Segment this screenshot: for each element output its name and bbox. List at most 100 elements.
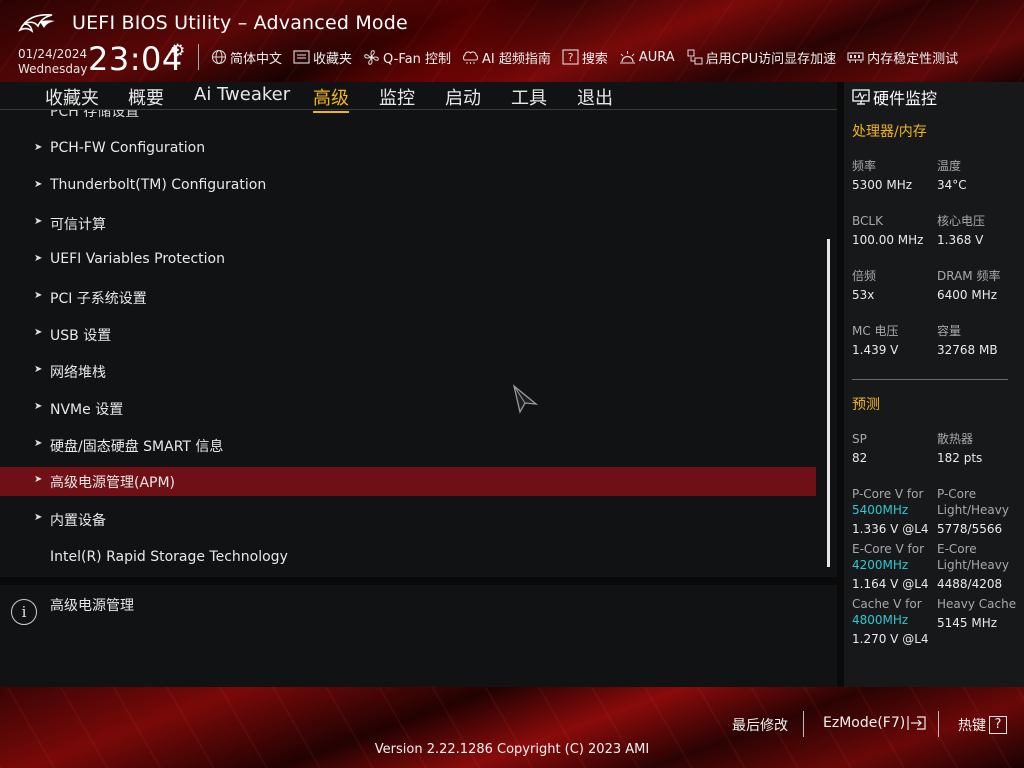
hardware-monitor-title[interactable]: 硬件监控 xyxy=(852,85,937,109)
tab-favorites[interactable]: 收藏夹 xyxy=(45,84,99,110)
cache-v-label: Cache V for xyxy=(852,597,922,611)
temp-value: 34°C xyxy=(937,178,967,192)
freq-value: 5300 MHz xyxy=(852,178,913,192)
pcore-v-freq: 5400MHz xyxy=(852,503,909,517)
ecore-v-label: E-Core V for xyxy=(852,542,925,556)
list-item-label: 内置设备 xyxy=(50,513,106,529)
mc-voltage-label: MC 电压 xyxy=(852,324,899,338)
pcore-v-value: 1.336 V @L4 xyxy=(852,522,929,536)
header-toolbar: 简体中文 收藏夹 Q-Fan 控制 AI 超频指南 ? 搜索 AURA 启用CP… xyxy=(210,47,969,67)
bclk-value: 100.00 MHz xyxy=(852,233,924,247)
resizable-bar-label: 启用CPU访问显存加速 xyxy=(705,51,837,67)
capacity-value: 32768 MB xyxy=(937,343,998,357)
list-item-usb[interactable]: ➤ USB 设置 xyxy=(0,320,816,349)
cooler-label: 散热器 xyxy=(937,432,974,446)
cache-v-value: 1.270 V @L4 xyxy=(852,632,929,646)
sp-value: 82 xyxy=(852,451,868,465)
list-scrollbar[interactable] xyxy=(827,239,830,567)
language-button[interactable]: 简体中文 xyxy=(210,48,282,67)
favorites-button[interactable]: 收藏夹 xyxy=(293,48,352,67)
weekday-text: Wednesday xyxy=(18,62,88,76)
cpu-memory-icon xyxy=(686,49,703,66)
date-display: 01/24/2024 Wednesday xyxy=(18,47,87,77)
list-item-label: NVMe 设置 xyxy=(50,402,124,418)
list-item-label: 硬盘/固态硬盘 SMART 信息 xyxy=(50,439,224,455)
search-label: 搜索 xyxy=(581,51,608,67)
clock-display[interactable]: 23:04 xyxy=(88,40,183,78)
list-item-label: 高级电源管理(APM) xyxy=(50,475,176,491)
list-item-label: 网络堆栈 xyxy=(50,365,106,381)
qfan-control-button[interactable]: Q-Fan 控制 xyxy=(363,48,451,67)
list-item-pch-fw[interactable]: ➤ PCH-FW Configuration xyxy=(0,135,816,164)
help-text: 高级电源管理 xyxy=(50,598,134,614)
heavy-cache-value: 5145 MHz xyxy=(937,616,998,630)
ezmode-button[interactable]: EzMode(F7) xyxy=(823,715,927,731)
chevron-right-icon: ➤ xyxy=(34,364,43,375)
mc-voltage-value: 1.439 V xyxy=(852,343,899,357)
footer-divider xyxy=(803,711,804,737)
list-item-uefi-variables[interactable]: ➤ UEFI Variables Protection xyxy=(0,246,816,275)
last-modified-label: 最后修改 xyxy=(732,718,788,734)
tab-ai-tweaker[interactable]: Ai Tweaker xyxy=(194,84,290,105)
hotkeys-label: 热键 xyxy=(958,718,986,734)
monitor-icon xyxy=(852,89,870,105)
ecore-v-value: 1.164 V @L4 xyxy=(852,577,929,591)
tab-exit[interactable]: 退出 xyxy=(577,84,613,110)
chevron-right-icon: ➤ xyxy=(34,253,43,264)
rog-logo-icon xyxy=(18,14,55,33)
list-item-nvme[interactable]: ➤ NVMe 设置 xyxy=(0,394,816,423)
bookmark-icon xyxy=(293,49,310,66)
vcore-label: 核心电压 xyxy=(937,214,986,228)
list-item-trusted-computing[interactable]: ➤ 可信计算 xyxy=(0,209,816,238)
chevron-right-icon: ➤ xyxy=(34,142,43,153)
vcore-value: 1.368 V xyxy=(937,233,984,247)
hardware-monitor-label: 硬件监控 xyxy=(873,89,938,108)
list-item-rst[interactable]: Intel(R) Rapid Storage Technology xyxy=(0,544,816,573)
list-item-smart-info[interactable]: ➤ 硬盘/固态硬盘 SMART 信息 xyxy=(0,431,816,460)
list-item-pci-subsystem[interactable]: ➤ PCI 子系统设置 xyxy=(0,283,816,312)
pcore-lh-value: 5778/5566 xyxy=(937,522,1003,536)
list-item-label: PCH-FW Configuration xyxy=(50,140,206,156)
list-item-onboard-devices[interactable]: ➤ 内置设备 xyxy=(0,505,816,534)
hotkeys-button[interactable]: 热键 ? xyxy=(958,715,1007,735)
chevron-right-icon: ➤ xyxy=(34,474,43,485)
memtest-button[interactable]: 内存稳定性测试 xyxy=(847,48,958,67)
list-item-apm[interactable]: ➤ 高级电源管理(APM) xyxy=(0,467,816,496)
ratio-label: 倍频 xyxy=(852,269,877,283)
clock-settings-gear-icon[interactable]: ⚙ xyxy=(170,42,188,60)
chevron-right-icon: ➤ xyxy=(34,512,43,523)
favorites-label: 收藏夹 xyxy=(313,51,353,67)
tab-tool[interactable]: 工具 xyxy=(511,84,547,110)
tab-monitor[interactable]: 监控 xyxy=(379,84,415,110)
date-text: 01/24/2024 xyxy=(18,47,88,61)
chevron-right-icon: ➤ xyxy=(34,438,43,449)
tab-main[interactable]: 概要 xyxy=(128,84,164,110)
language-label: 简体中文 xyxy=(230,51,283,67)
version-text: Version 2.22.1286 Copyright (C) 2023 AMI xyxy=(374,742,650,757)
chevron-right-icon: ➤ xyxy=(34,179,43,190)
search-button[interactable]: ? 搜索 xyxy=(562,48,608,67)
list-item-network-stack[interactable]: ➤ 网络堆栈 xyxy=(0,357,816,386)
last-modified-button[interactable]: 最后修改 xyxy=(732,715,788,735)
prediction-heading: 预测 xyxy=(852,397,880,413)
ecore-lh-label: E-Core xyxy=(937,542,977,556)
resizable-bar-button[interactable]: 启用CPU访问显存加速 xyxy=(686,48,836,67)
ai-oc-guide-button[interactable]: AI 超频指南 xyxy=(462,48,551,67)
exit-arrow-icon xyxy=(907,715,927,731)
tab-boot[interactable]: 启动 xyxy=(445,84,481,110)
chevron-right-icon: ➤ xyxy=(34,290,43,301)
main-tabs: 收藏夹 概要 Ai Tweaker 高级 监控 启动 工具 退出 xyxy=(0,82,837,113)
header-divider xyxy=(198,44,199,70)
list-item-label: 可信计算 xyxy=(50,217,106,233)
chevron-right-icon: ➤ xyxy=(34,401,43,412)
aura-button[interactable]: AURA xyxy=(619,49,675,66)
list-item-thunderbolt[interactable]: ➤ Thunderbolt(TM) Configuration xyxy=(0,172,816,201)
list-item-partial[interactable]: PCH 存储设置 xyxy=(50,110,139,121)
mouse-cursor-icon xyxy=(512,384,538,414)
tab-advanced[interactable]: 高级 xyxy=(313,84,349,113)
cache-v-freq: 4800MHz xyxy=(852,613,909,627)
sp-label: SP xyxy=(852,432,867,446)
ratio-value: 53x xyxy=(852,288,875,302)
pcore-lh-label-2: Light/Heavy xyxy=(937,503,1009,517)
advanced-menu-list: PCH 存储设置 ➤ PCH-FW Configuration ➤ Thunde… xyxy=(0,110,837,577)
